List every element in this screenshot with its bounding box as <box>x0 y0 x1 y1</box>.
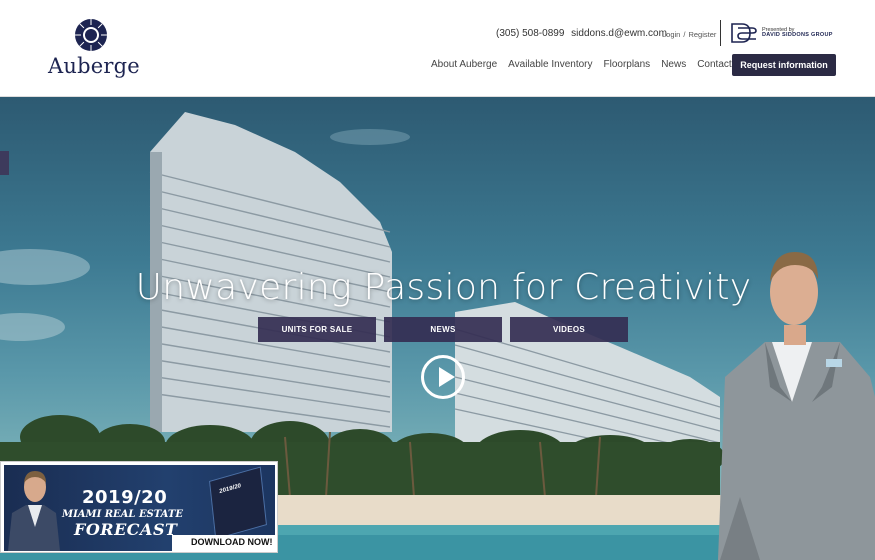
header-divider <box>720 20 721 46</box>
forecast-report-cover: 2019/20 <box>209 466 267 540</box>
banner-agent-photo <box>8 471 60 551</box>
nav-news[interactable]: News <box>661 59 686 70</box>
dsg-monogram-icon <box>731 23 757 43</box>
group-name: DAVID SIDDONS GROUP <box>762 32 833 38</box>
nav-available-inventory[interactable]: Available Inventory <box>508 59 592 70</box>
request-information-button[interactable]: Request information <box>732 54 836 76</box>
banner-background: 2019/20 MIAMI REAL ESTATE FORECAST 2019/… <box>4 465 275 551</box>
banner-subtitle: MIAMI REAL ESTATE <box>62 509 183 520</box>
nav-about[interactable]: About Auberge <box>431 59 497 70</box>
login-link[interactable]: Login <box>662 30 680 39</box>
contact-info: (305) 508-0899 siddons.d@ewm.com <box>496 28 671 39</box>
videos-button[interactable]: VIDEOS <box>510 317 628 342</box>
login-separator: / <box>683 30 686 39</box>
news-button[interactable]: NEWS <box>384 317 502 342</box>
logo-wordmark: Auberge <box>48 54 140 78</box>
login-register: Login / Register <box>662 30 716 39</box>
auberge-logo[interactable]: Auberge <box>48 18 140 82</box>
email-link[interactable]: siddons.d@ewm.com <box>571 28 667 39</box>
main-nav: About Auberge Available Inventory Floorp… <box>431 59 758 70</box>
banner-title: FORECAST <box>74 520 178 539</box>
phone-link[interactable]: (305) 508-0899 <box>496 28 564 39</box>
banner-year: 2019/20 <box>82 487 168 508</box>
play-video-icon[interactable] <box>421 355 465 399</box>
presented-by-logo[interactable]: Presented by DAVID SIDDONS GROUP <box>730 22 833 44</box>
side-tab[interactable] <box>0 151 9 175</box>
sunburst-face-icon <box>75 19 107 51</box>
register-link[interactable]: Register <box>688 30 716 39</box>
nav-floorplans[interactable]: Floorplans <box>603 59 650 70</box>
units-for-sale-button[interactable]: UNITS FOR SALE <box>258 317 376 342</box>
report-cover-title: 2019/20 <box>219 483 242 496</box>
download-now-button[interactable]: DOWNLOAD NOW! <box>191 537 272 547</box>
site-header: Auberge (305) 508-0899 siddons.d@ewm.com… <box>0 0 875 97</box>
forecast-banner[interactable]: 2019/20 MIAMI REAL ESTATE FORECAST 2019/… <box>0 461 278 553</box>
hero-headline: Unwavering Passion for Creativity <box>135 267 752 308</box>
